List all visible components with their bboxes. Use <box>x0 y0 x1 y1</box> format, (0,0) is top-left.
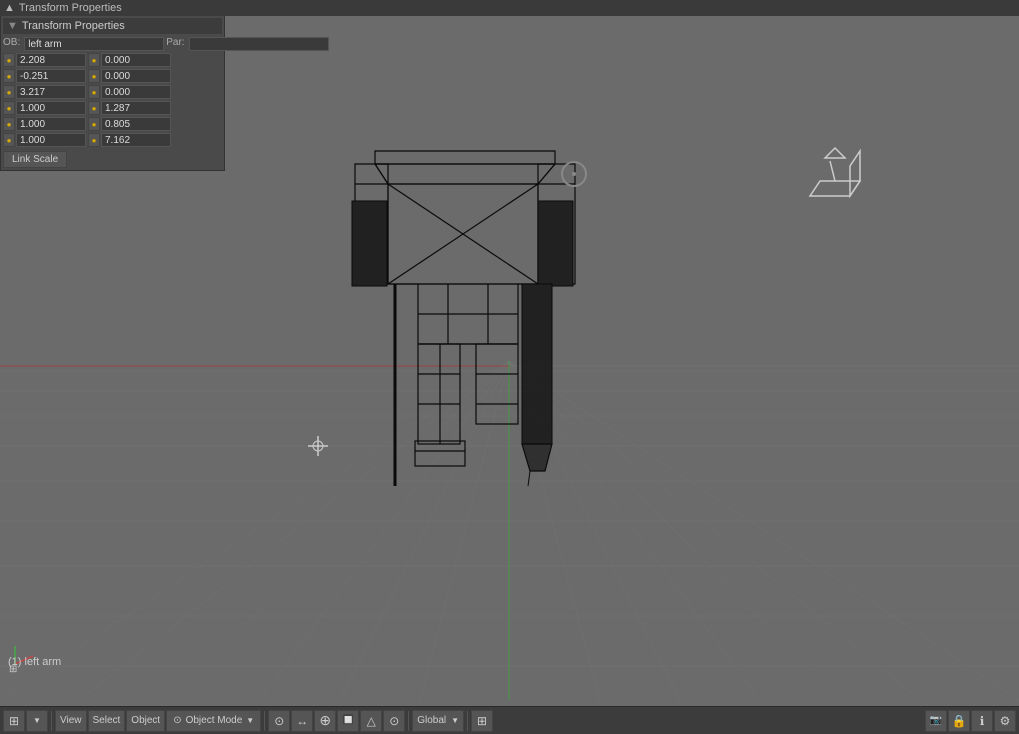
transform-properties-panel: ▼ Transform Properties OB: Par: ● ● ● ● <box>0 16 225 171</box>
settings-button[interactable]: ⚙ <box>994 710 1016 732</box>
scale-y-group: ● <box>3 117 86 131</box>
panel-title: Transform Properties <box>19 2 122 14</box>
dim-y-lock[interactable]: ● <box>88 117 100 131</box>
rot-x-group: ● <box>88 53 171 67</box>
dim-x-input[interactable] <box>101 101 171 115</box>
viewport-dropdown-button[interactable]: ▼ <box>26 710 48 732</box>
info-button[interactable]: ℹ <box>971 710 993 732</box>
top-info-bar: ▲ Transform Properties <box>0 0 1019 16</box>
rot-x-lock[interactable]: ● <box>88 53 100 67</box>
mode-dropdown-arrow: ▼ <box>246 716 254 725</box>
toolbar-separator-4 <box>467 711 468 731</box>
snap-triangle-button[interactable]: △ <box>360 710 382 732</box>
rot-z-group: ● <box>88 85 171 99</box>
loc-z-group: ● <box>3 85 86 99</box>
camera-button[interactable]: 📷 <box>925 710 947 732</box>
rot-z-input[interactable] <box>101 85 171 99</box>
toolbar-separator-3 <box>408 711 409 731</box>
object-label: Object <box>131 715 160 726</box>
scale-y-input[interactable] <box>16 117 86 131</box>
layers-button[interactable]: ⊞ <box>471 710 493 732</box>
scale-dim-row-y: ● ● <box>3 117 222 131</box>
loc-x-input[interactable] <box>16 53 86 67</box>
panel-collapse-icon[interactable]: ▼ <box>7 20 18 32</box>
proportional-button[interactable]: ⊙ <box>383 710 405 732</box>
par-input[interactable] <box>189 37 329 51</box>
loc-z-input[interactable] <box>16 85 86 99</box>
panel-header: ▼ Transform Properties <box>3 18 222 34</box>
select-label: Select <box>93 715 121 726</box>
dim-z-input[interactable] <box>101 133 171 147</box>
link-scale-button[interactable]: Link Scale <box>3 151 67 168</box>
view-label: View <box>60 715 82 726</box>
cursor-button[interactable]: ⊕ <box>314 710 336 732</box>
select-menu-button[interactable]: Select <box>88 710 126 732</box>
render-button[interactable]: 🔒 <box>948 710 970 732</box>
snap-button[interactable]: 🔲 <box>337 710 359 732</box>
ob-label: OB: <box>3 37 20 51</box>
loc-rot-row-z: ● ● <box>3 85 222 99</box>
scale-y-lock[interactable]: ● <box>3 117 15 131</box>
loc-x-group: ● <box>3 53 86 67</box>
rot-y-group: ● <box>88 69 171 83</box>
loc-y-group: ● <box>3 69 86 83</box>
object-menu-button[interactable]: Object <box>126 710 165 732</box>
object-name-overlay: (1) left arm <box>8 656 61 668</box>
scale-dim-row-z: ● ● <box>3 133 222 147</box>
scale-z-input[interactable] <box>16 133 86 147</box>
dim-z-lock[interactable]: ● <box>88 133 100 147</box>
object-mode-icon: ⊙ <box>173 715 181 726</box>
loc-y-lock[interactable]: ● <box>3 69 15 83</box>
global-dropdown[interactable]: Global ▼ <box>412 710 464 732</box>
rot-y-input[interactable] <box>101 69 171 83</box>
loc-x-lock[interactable]: ● <box>3 53 15 67</box>
toolbar-separator-1 <box>51 711 52 731</box>
scale-x-input[interactable] <box>16 101 86 115</box>
global-dropdown-arrow: ▼ <box>451 716 459 725</box>
loc-rot-row-x: ● ● <box>3 53 222 67</box>
rot-y-lock[interactable]: ● <box>88 69 100 83</box>
loc-z-lock[interactable]: ● <box>3 85 15 99</box>
loc-rot-row-y: ● ● <box>3 69 222 83</box>
dim-x-group: ● <box>88 101 171 115</box>
bottom-toolbar: ⊞ ▼ View Select Object ⊙ Object Mode ▼ ⊙… <box>0 706 1019 734</box>
blender-icon: ▲ <box>4 2 15 14</box>
rot-z-lock[interactable]: ● <box>88 85 100 99</box>
view-menu-button[interactable]: View <box>55 710 87 732</box>
par-label: Par: <box>166 37 184 51</box>
toolbar-separator-2 <box>264 711 265 731</box>
ob-input[interactable] <box>24 37 164 51</box>
dim-z-group: ● <box>88 133 171 147</box>
dim-x-lock[interactable]: ● <box>88 101 100 115</box>
dim-y-group: ● <box>88 117 171 131</box>
ob-par-row: OB: Par: <box>3 37 222 51</box>
object-info-label: (1) left arm <box>8 656 61 668</box>
global-label: Global <box>417 715 446 726</box>
rot-x-input[interactable] <box>101 53 171 67</box>
viewport-range-button[interactable]: ⊞ <box>3 710 25 732</box>
object-mode-label: Object Mode <box>186 715 243 726</box>
scale-x-group: ● <box>3 101 86 115</box>
panel-title-label: Transform Properties <box>22 20 125 32</box>
dim-y-input[interactable] <box>101 117 171 131</box>
scale-z-group: ● <box>3 133 86 147</box>
pivot-button[interactable]: ⊙ <box>268 710 290 732</box>
transform-button[interactable]: ↔ <box>291 710 313 732</box>
scale-dim-row-x: ● ● <box>3 101 222 115</box>
object-mode-dropdown[interactable]: ⊙ Object Mode ▼ <box>166 710 261 732</box>
scale-z-lock[interactable]: ● <box>3 133 15 147</box>
scale-x-lock[interactable]: ● <box>3 101 15 115</box>
loc-y-input[interactable] <box>16 69 86 83</box>
